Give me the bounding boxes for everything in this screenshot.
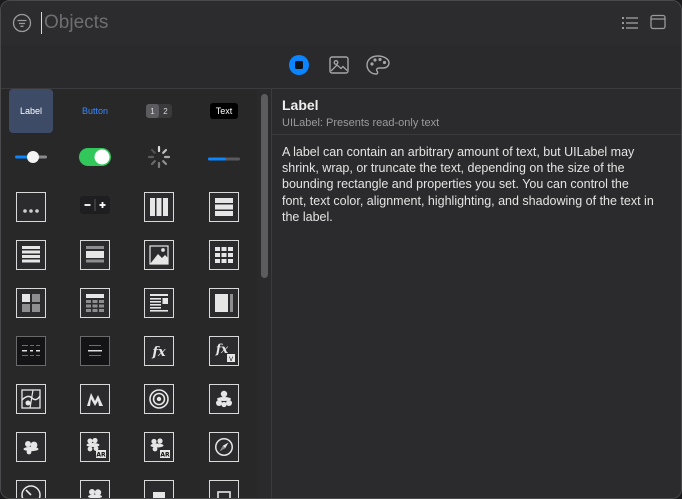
page-control-icon [16, 192, 46, 222]
library-item-table-view[interactable] [9, 233, 53, 277]
button-caption: Button [81, 106, 109, 116]
library-item-segmented-control[interactable]: 1 2 [137, 89, 181, 133]
collection-reusable-view-icon [80, 288, 110, 318]
svg-text:AR: AR [160, 452, 170, 459]
library-item-gl-kit-view[interactable] [137, 377, 181, 421]
scenekit-icon [16, 432, 46, 462]
text-cursor [41, 12, 42, 34]
photo-icon [328, 54, 350, 81]
library-item-image-view[interactable] [137, 233, 181, 277]
library-item-collection-view[interactable] [202, 233, 246, 277]
library-item-progress-view[interactable] [202, 137, 246, 181]
palette-icon [365, 54, 391, 81]
metal-kit-view-icon [80, 384, 110, 414]
segment-one: 1 [146, 104, 159, 118]
search-bar [1, 1, 681, 45]
map-kit-view-icon [16, 384, 46, 414]
library-item-scene-view[interactable] [73, 473, 117, 498]
picker-view-icon [80, 336, 110, 366]
gl-kit-view-icon [144, 384, 174, 414]
tab-media[interactable] [326, 54, 352, 80]
library-tabs [1, 45, 681, 89]
slider-icon [14, 147, 48, 172]
window-icon[interactable] [649, 13, 667, 31]
detail-subtitle: UILabel: Presents read-only text [282, 117, 440, 129]
stop-circle-icon [288, 54, 310, 81]
library-item-map-kit-view[interactable] [9, 377, 53, 421]
library-item-stepper[interactable] [73, 185, 117, 229]
filter-icon[interactable] [12, 13, 32, 33]
library-item-button[interactable]: Button [73, 89, 117, 133]
object-library-grid: Label Button 1 2 Text fx fx V AR AR [1, 89, 257, 498]
arkit-scenekit-icon: AR [80, 432, 110, 462]
library-item-scroll-view[interactable] [202, 281, 246, 325]
library-item-scenekit-view[interactable] [9, 425, 53, 469]
library-item-collection-view-cell[interactable] [9, 281, 53, 325]
container-view-icon [209, 480, 239, 498]
label-caption: Label [19, 106, 43, 116]
switch-icon [78, 147, 112, 172]
collection-view-cell-icon [16, 288, 46, 318]
library-item-gauge-view[interactable] [9, 473, 53, 498]
search-input[interactable] [44, 7, 584, 39]
library-item-visual-effect-view[interactable]: fx [137, 329, 181, 373]
library-item-visual-effect-view-with-vibrancy[interactable]: fx V [202, 329, 246, 373]
progress-view-icon [207, 150, 241, 168]
library-item-view[interactable] [137, 473, 181, 498]
scroll-view-icon [209, 288, 239, 318]
library-item-vertical-stack-view[interactable] [202, 185, 246, 229]
visual-effect-view-icon: fx [144, 336, 174, 366]
tab-objects[interactable] [286, 54, 312, 80]
library-item-table-view-cell[interactable] [73, 233, 117, 277]
library-item-text-view[interactable] [137, 281, 181, 325]
library-item-picker-view[interactable] [73, 329, 117, 373]
library-item-container-view[interactable] [202, 473, 246, 498]
library-item-scene-kit-view[interactable] [202, 377, 246, 421]
gauge-icon [16, 480, 46, 498]
library-item-arkit-scenekit-view[interactable]: AR [73, 425, 117, 469]
library-item-arkit-spritekit-view[interactable]: AR [137, 425, 181, 469]
library-item-collection-reusable-view[interactable] [73, 281, 117, 325]
text-view-icon [144, 288, 174, 318]
scene-kit-view-icon [209, 384, 239, 414]
table-view-icon [16, 240, 46, 270]
library-scrollbar-thumb[interactable] [261, 94, 268, 278]
svg-text:fx: fx [215, 342, 229, 356]
library-item-activity-indicator[interactable] [137, 137, 181, 181]
detail-panel: Label UILabel: Presents read-only text A… [272, 89, 681, 498]
library-item-switch[interactable] [73, 137, 117, 181]
object-library-window: Label Button 1 2 Text [0, 0, 682, 499]
tab-colors[interactable] [365, 54, 391, 80]
table-view-cell-icon [80, 240, 110, 270]
activity-indicator-icon [147, 145, 171, 174]
svg-text:fx: fx [151, 345, 166, 360]
library-item-web-kit-view[interactable] [202, 425, 246, 469]
horizontal-stack-view-icon [144, 192, 174, 222]
arkit-spritekit-icon: AR [144, 432, 174, 462]
library-item-page-control[interactable] [9, 185, 53, 229]
collection-view-icon [209, 240, 239, 270]
segment-two: 2 [163, 106, 168, 116]
library-item-date-picker[interactable] [9, 329, 53, 373]
library-item-horizontal-stack-view[interactable] [137, 185, 181, 229]
date-picker-icon [16, 336, 46, 366]
segmented-control-preview: 1 2 [146, 104, 172, 118]
detail-separator [272, 134, 681, 135]
library-item-text-field[interactable]: Text [202, 89, 246, 133]
detail-description: A label can contain an arbitrary amount … [282, 145, 654, 224]
stepper-icon [80, 195, 110, 220]
view-icon [144, 480, 174, 498]
compass-icon [209, 432, 239, 462]
detail-title: Label [282, 97, 319, 113]
library-item-slider[interactable] [9, 137, 53, 181]
cloud-icon [80, 480, 110, 498]
image-view-icon [144, 240, 174, 270]
text-field-caption: Text [209, 103, 239, 119]
vertical-stack-view-icon [209, 192, 239, 222]
list-view-icon[interactable] [621, 14, 639, 32]
library-item-metal-kit-view[interactable] [73, 377, 117, 421]
svg-text:AR: AR [96, 452, 106, 459]
vibrancy-effect-icon: fx V [209, 336, 239, 366]
library-item-label[interactable]: Label [9, 89, 53, 133]
